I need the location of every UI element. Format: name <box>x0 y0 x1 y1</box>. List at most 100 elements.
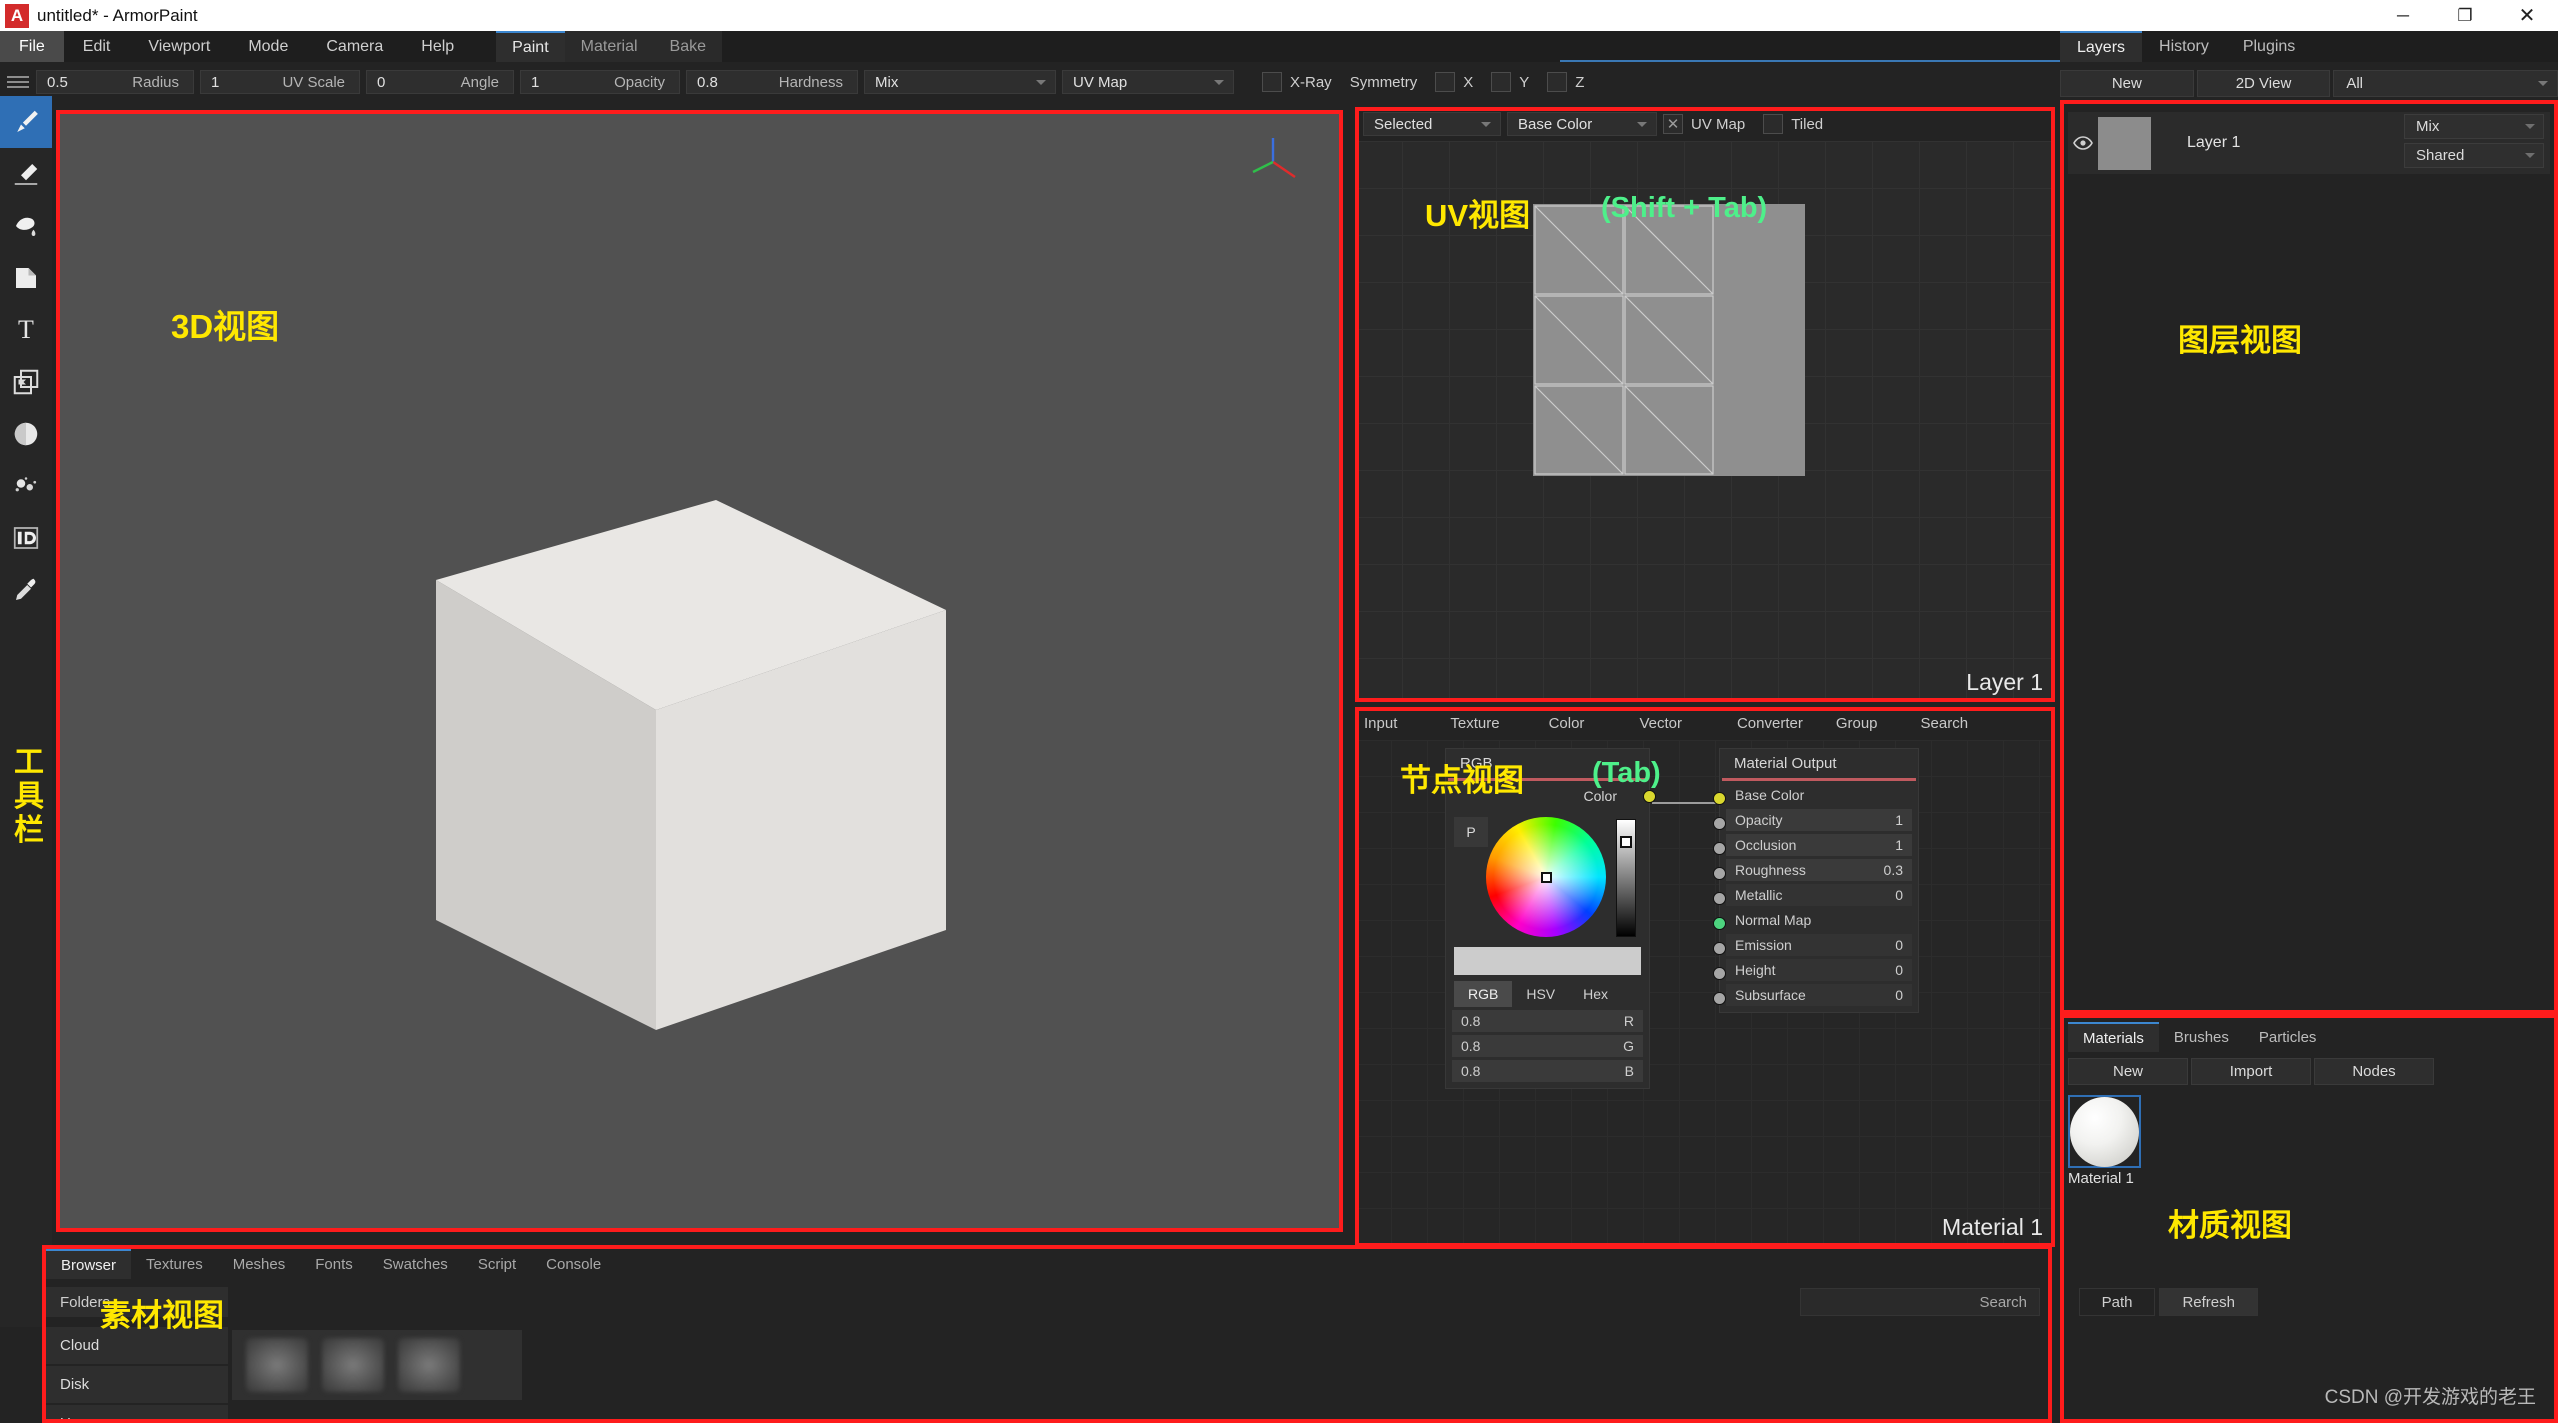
node-tab-converter[interactable]: Converter <box>1701 715 1822 732</box>
node-output-row[interactable]: Height 0 <box>1726 959 1912 981</box>
socket-roughness[interactable] <box>1713 867 1726 880</box>
layer-blend-select[interactable]: Mix <box>2404 114 2544 139</box>
layer-filter-select[interactable]: All <box>2333 70 2558 97</box>
menu-item-viewport[interactable]: Viewport <box>129 31 229 62</box>
tab-console[interactable]: Console <box>531 1249 616 1279</box>
eraser-tool[interactable] <box>0 148 52 200</box>
drag-handle-icon[interactable] <box>0 68 36 96</box>
node-rgb-channel-b[interactable]: 0.8 B <box>1452 1060 1643 1082</box>
material-thumbnail[interactable] <box>2068 1095 2141 1168</box>
node-output-input-emission[interactable]: Emission 0 <box>1720 934 1918 956</box>
tab-browser[interactable]: Browser <box>46 1249 131 1279</box>
node-rgb-channel-g[interactable]: 0.8 G <box>1452 1035 1643 1057</box>
node-canvas[interactable]: RGB Color P RGB HSV Hex <box>1355 740 2055 1247</box>
symmetry-y-checkbox[interactable] <box>1491 72 1511 92</box>
clone-tool[interactable] <box>0 356 52 408</box>
node-tab-texture[interactable]: Texture <box>1416 715 1518 732</box>
node-output-input-base-color[interactable]: Base Color <box>1720 784 1918 806</box>
uv-selection-select[interactable]: Selected <box>1363 112 1501 136</box>
node-material-output[interactable]: Material Output Base Color Opacity 1 Occ… <box>1719 748 1919 1013</box>
new-layer-button[interactable]: New <box>2060 70 2194 97</box>
layers-list[interactable] <box>2064 104 2554 1010</box>
node-rgb-channel-r[interactable]: 0.8 R <box>1452 1010 1643 1032</box>
node-output-row[interactable]: Opacity 1 <box>1726 809 1912 831</box>
node-rgb-color-socket[interactable] <box>1643 790 1656 803</box>
uv-channel-select[interactable]: Base Color <box>1507 112 1657 136</box>
tiled-checkbox[interactable] <box>1763 114 1783 134</box>
close-button[interactable]: ✕ <box>2496 0 2558 31</box>
node-output-input-opacity[interactable]: Opacity 1 <box>1720 809 1918 831</box>
node-rgb-color-wheel[interactable] <box>1486 817 1606 937</box>
blur-tool[interactable] <box>0 408 52 460</box>
xray-checkbox[interactable] <box>1262 72 1282 92</box>
tab-meshes[interactable]: Meshes <box>218 1249 301 1279</box>
socket-subsurface[interactable] <box>1713 992 1726 1005</box>
browser-thumbnail[interactable] <box>246 1338 308 1392</box>
tab-particles[interactable]: Particles <box>2244 1022 2332 1052</box>
fill-tool[interactable] <box>0 200 52 252</box>
browser-thumbnail-grid[interactable] <box>232 1330 522 1400</box>
node-output-row[interactable]: Subsurface 0 <box>1726 984 1912 1006</box>
node-tab-vector[interactable]: Vector <box>1603 715 1701 732</box>
2d-view-button[interactable]: 2D View <box>2197 70 2331 97</box>
tab-layers[interactable]: Layers <box>2060 31 2142 62</box>
tab-materials[interactable]: Materials <box>2068 1022 2159 1052</box>
node-output-row[interactable]: Metallic 0 <box>1726 884 1912 906</box>
symmetry-z-checkbox[interactable] <box>1547 72 1567 92</box>
radius-field[interactable]: 0.5 Radius <box>36 70 194 94</box>
mode-tab-paint[interactable]: Paint <box>496 31 564 62</box>
node-output-row[interactable]: Emission 0 <box>1726 934 1912 956</box>
node-rgb-mode-rgb[interactable]: RGB <box>1454 981 1512 1007</box>
socket-height[interactable] <box>1713 967 1726 980</box>
new-material-button[interactable]: New <box>2068 1058 2188 1085</box>
material-item[interactable]: Material 1 <box>2068 1095 2141 1187</box>
socket-base-color[interactable] <box>1713 792 1726 805</box>
layer-item[interactable]: Layer 1 Mix Shared <box>2068 112 2550 174</box>
node-output-row[interactable]: Occlusion 1 <box>1726 834 1912 856</box>
opacity-field[interactable]: 1 Opacity <box>520 70 680 94</box>
node-rgb-picker-button[interactable]: P <box>1454 817 1488 847</box>
node-output-input-metallic[interactable]: Metallic 0 <box>1720 884 1918 906</box>
hardness-field[interactable]: 0.8 Hardness <box>686 70 858 94</box>
viewport-3d[interactable]: 3D视图 <box>56 110 1343 1232</box>
particle-tool[interactable] <box>0 460 52 512</box>
socket-opacity[interactable] <box>1713 817 1726 830</box>
import-material-button[interactable]: Import <box>2191 1058 2311 1085</box>
browser-thumbnail[interactable] <box>398 1338 460 1392</box>
bake-tool[interactable] <box>0 512 52 564</box>
decal-tool[interactable] <box>0 252 52 304</box>
menu-item-edit[interactable]: Edit <box>64 31 130 62</box>
tab-textures[interactable]: Textures <box>131 1249 218 1279</box>
node-output-input-height[interactable]: Height 0 <box>1720 959 1918 981</box>
uv-map-select[interactable]: UV Map <box>1062 70 1234 94</box>
angle-field[interactable]: 0 Angle <box>366 70 514 94</box>
tab-swatches[interactable]: Swatches <box>368 1249 463 1279</box>
node-rgb-swatch[interactable] <box>1454 947 1641 975</box>
menu-item-file[interactable]: File <box>0 31 64 62</box>
mode-tab-material[interactable]: Material <box>565 31 654 62</box>
menu-item-mode[interactable]: Mode <box>229 31 307 62</box>
node-tab-input[interactable]: Input <box>1355 715 1416 732</box>
menu-item-help[interactable]: Help <box>402 31 473 62</box>
value-slider-handle[interactable] <box>1620 836 1632 848</box>
node-output-input-normal-map[interactable]: Normal Map <box>1720 909 1918 931</box>
tab-brushes[interactable]: Brushes <box>2159 1022 2244 1052</box>
browser-search-input[interactable]: Search <box>1800 1288 2040 1316</box>
socket-occlusion[interactable] <box>1713 842 1726 855</box>
tab-plugins[interactable]: Plugins <box>2226 31 2312 62</box>
browser-folder-users[interactable]: Users <box>46 1405 228 1423</box>
blending-select[interactable]: Mix <box>864 70 1056 94</box>
symmetry-x-checkbox[interactable] <box>1435 72 1455 92</box>
socket-emission[interactable] <box>1713 942 1726 955</box>
colorpicker-tool[interactable] <box>0 564 52 616</box>
socket-normal-map[interactable] <box>1713 917 1726 930</box>
node-output-input-occlusion[interactable]: Occlusion 1 <box>1720 834 1918 856</box>
menu-item-camera[interactable]: Camera <box>307 31 402 62</box>
node-output-input-roughness[interactable]: Roughness 0.3 <box>1720 859 1918 881</box>
tab-fonts[interactable]: Fonts <box>300 1249 368 1279</box>
browser-thumbnail[interactable] <box>322 1338 384 1392</box>
socket-metallic[interactable] <box>1713 892 1726 905</box>
browser-refresh-button[interactable]: Refresh <box>2159 1288 2258 1316</box>
text-tool[interactable]: T <box>0 304 52 356</box>
maximize-button[interactable]: ❐ <box>2434 0 2496 31</box>
